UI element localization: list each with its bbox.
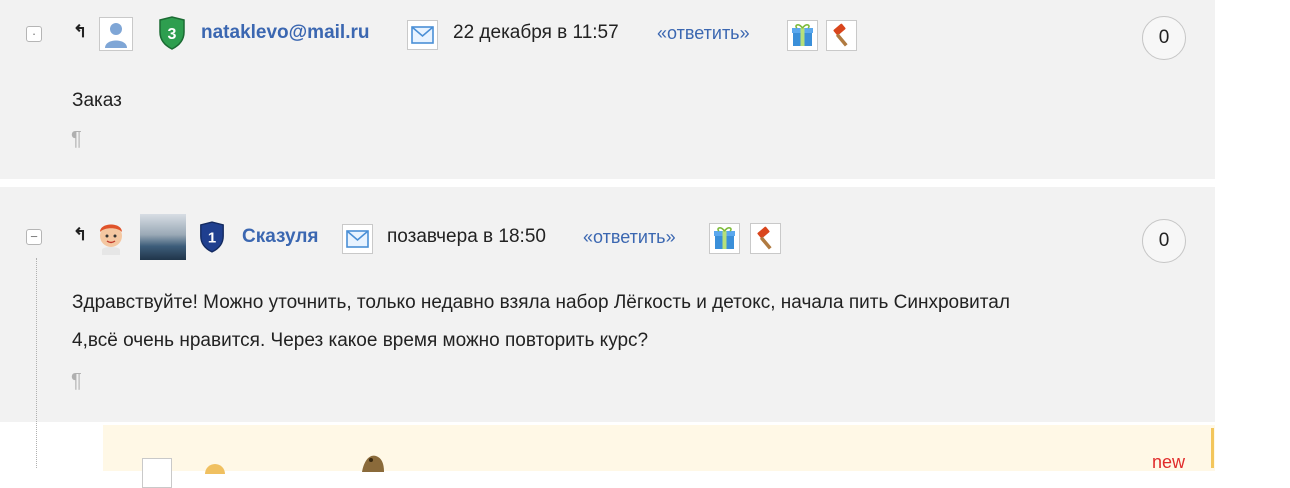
- reply-link[interactable]: «ответить»: [657, 23, 750, 44]
- gift-box-icon: [714, 227, 735, 249]
- user-avatar-icon[interactable]: [99, 17, 133, 51]
- comment-text-line-2: 4,всё очень нравится. Через какое время …: [72, 330, 649, 351]
- comment-author-link[interactable]: Сказуля: [242, 226, 318, 248]
- comment-separator: [0, 179, 1290, 187]
- hammer-icon[interactable]: [826, 20, 857, 51]
- permalink-icon[interactable]: ¶: [71, 128, 82, 151]
- nested-photo-avatar[interactable]: [358, 452, 388, 472]
- gift-icon[interactable]: [787, 20, 818, 51]
- rank-number: 1: [208, 230, 216, 247]
- gavel-icon: [757, 226, 772, 250]
- comment-text-line-1: Здравствуйте! Можно уточнить, только нед…: [72, 292, 1010, 313]
- comment-text: Заказ: [72, 90, 122, 111]
- baby-avatar-icon[interactable]: [94, 220, 128, 256]
- hammer-icon[interactable]: [750, 223, 781, 254]
- nested-comment: [103, 422, 1215, 471]
- gift-box-icon: [792, 24, 813, 46]
- comment-date: 22 декабря в 11:57: [453, 22, 619, 43]
- nested-avatar-icon[interactable]: [198, 460, 232, 474]
- comment-date: позавчера в 18:50: [387, 226, 546, 247]
- comment-2: − ↰ 1 Сказуля позавчера в 18:50 «ответит…: [0, 187, 1215, 422]
- comment-author-link[interactable]: nataklevo@mail.ru: [201, 22, 369, 44]
- envelope-icon: [411, 26, 434, 44]
- comment-rating[interactable]: 0: [1142, 16, 1186, 60]
- person-silhouette-icon: [105, 23, 127, 48]
- gavel-icon: [833, 23, 848, 47]
- thread-line: [36, 258, 37, 468]
- comment-1: · ↰ 3 nataklevo@mail.ru 22 декабря в 11:…: [0, 0, 1215, 179]
- comment-rating[interactable]: 0: [1142, 219, 1186, 263]
- new-comment-marker: [1211, 428, 1214, 468]
- mail-icon[interactable]: [342, 224, 373, 254]
- permalink-icon[interactable]: ¶: [71, 370, 82, 393]
- parent-link-icon[interactable]: ↰: [73, 225, 87, 245]
- gift-icon[interactable]: [709, 223, 740, 254]
- mail-icon[interactable]: [407, 20, 438, 50]
- rank-shield-icon: 1: [200, 221, 224, 253]
- collapse-toggle[interactable]: −: [26, 229, 42, 245]
- new-badge: new: [1152, 452, 1186, 472]
- parent-link-icon[interactable]: ↰: [73, 22, 87, 42]
- reply-link[interactable]: «ответить»: [583, 227, 676, 248]
- rank-number: 3: [168, 26, 177, 43]
- photo-avatar[interactable]: [140, 214, 186, 260]
- envelope-icon: [346, 230, 369, 248]
- rank-shield-icon: 3: [159, 16, 185, 50]
- collapse-toggle[interactable]: ·: [26, 26, 42, 42]
- nested-user-avatar-icon[interactable]: [142, 458, 172, 488]
